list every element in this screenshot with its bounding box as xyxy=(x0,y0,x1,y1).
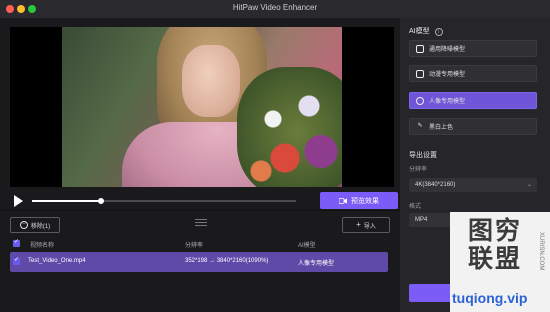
player-controls: 预览效果 xyxy=(10,191,398,211)
model-label: 动漫专用模型 xyxy=(429,72,466,78)
video-name-cell: Test_Video_One.mp4 xyxy=(28,258,86,264)
anime-icon xyxy=(416,69,424,78)
resolution-label: 分辨率 xyxy=(409,167,428,173)
resolution-cell: 352*198 → 3840*2160(1090%) xyxy=(185,258,269,264)
watermark-overlay: 图穷 联盟 XURISN.COM tuqiong.vip xyxy=(450,212,550,312)
model-colorize[interactable]: ✎ 黑白上色 xyxy=(409,118,537,135)
window-title: HitPaw Video Enhancer xyxy=(232,3,318,12)
model-general-denoise[interactable]: 通用降噪模型 xyxy=(409,40,537,57)
minus-circle-icon: − xyxy=(19,221,28,229)
import-label: 导入 xyxy=(363,223,376,230)
model-label: 通用降噪模型 xyxy=(429,47,466,53)
remove-button[interactable]: − 移除(1) xyxy=(10,217,60,233)
table-header: 视频名称 分辨率 AI模型 xyxy=(10,238,390,250)
format-label: 格式 xyxy=(409,204,422,210)
preview-effect-button[interactable]: 预览效果 xyxy=(320,192,398,209)
resolution-value: 4K(3840*2160) xyxy=(415,182,456,188)
watermark-line2: 联盟 xyxy=(468,244,523,273)
row-checkbox[interactable] xyxy=(13,256,20,265)
import-button[interactable]: + 导入 xyxy=(342,217,390,233)
video-preview[interactable] xyxy=(10,27,394,187)
divider xyxy=(0,210,400,211)
watermark-url: tuqiong.vip xyxy=(452,290,528,306)
model-label: 黑白上色 xyxy=(429,125,454,131)
remove-label: 移除(1) xyxy=(30,223,51,230)
ai-model-title-text: AI模型 xyxy=(409,28,430,35)
file-toolbar: − 移除(1) + 导入 xyxy=(0,214,400,238)
info-icon[interactable]: i xyxy=(434,28,443,36)
watermark-text: 图穷 联盟 xyxy=(468,217,522,273)
progress-fill xyxy=(32,200,101,202)
resolution-select[interactable]: 4K(3840*2160) ⌄ xyxy=(409,178,537,192)
main-area: 预览效果 − 移除(1) + 导入 视频名称 分辨率 AI模型 Test_Vid… xyxy=(0,18,400,312)
ai-model-title: AI模型 i xyxy=(409,26,443,36)
select-all-checkbox[interactable] xyxy=(13,238,20,247)
drag-handle-icon[interactable] xyxy=(195,219,207,227)
table-row[interactable]: Test_Video_One.mp4 352*198 → 3840*2160(1… xyxy=(10,252,388,272)
header-resolution: 分辨率 xyxy=(185,243,204,249)
camera-icon xyxy=(339,197,347,204)
format-value: MP4 xyxy=(415,217,428,223)
title-bar: HitPaw Video Enhancer xyxy=(0,0,550,19)
chevron-down-icon: ⌄ xyxy=(526,182,532,188)
video-frame-image xyxy=(62,27,342,187)
film-icon xyxy=(416,44,424,53)
export-settings-title: 导出设置 xyxy=(409,152,437,159)
header-video-name: 视频名称 xyxy=(30,243,55,249)
progress-handle[interactable] xyxy=(97,198,104,204)
model-anime[interactable]: 动漫专用模型 xyxy=(409,65,537,82)
watermark-side-text: XURISN.COM xyxy=(538,232,544,271)
play-icon[interactable] xyxy=(14,195,23,207)
preview-effect-label: 预览效果 xyxy=(351,197,379,205)
face-icon xyxy=(416,96,424,105)
model-label: 人像专用模型 xyxy=(429,99,466,105)
header-ai-model: AI模型 xyxy=(298,243,316,249)
model-portrait[interactable]: 人像专用模型 xyxy=(409,92,537,109)
brush-icon: ✎ xyxy=(417,122,423,129)
progress-track[interactable] xyxy=(32,198,296,204)
ai-model-cell: 人像专用模型 xyxy=(298,261,335,267)
plus-icon: + xyxy=(356,220,361,229)
watermark-line1: 图穷 xyxy=(468,216,523,245)
